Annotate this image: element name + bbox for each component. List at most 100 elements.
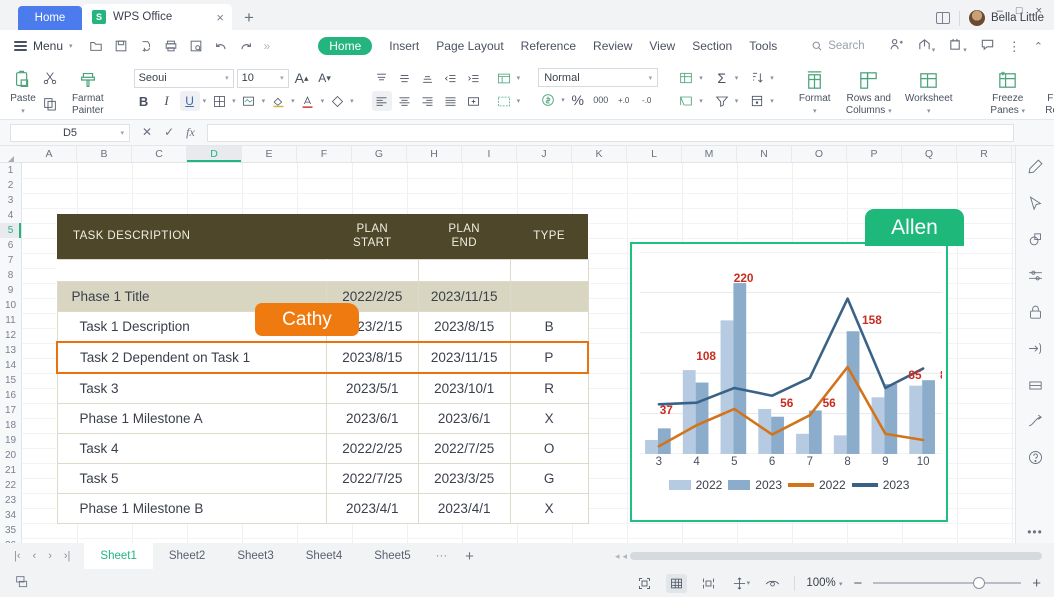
zoom-out-button[interactable]: − [853, 575, 862, 592]
zoom-slider-handle[interactable] [973, 577, 985, 589]
align-right-icon[interactable] [418, 91, 438, 111]
table-row[interactable]: Task 42022/2/252022/7/25O [57, 433, 588, 463]
cell-desc[interactable]: Task 2 Dependent on Task 1 [57, 342, 326, 373]
table-row[interactable]: Task 52022/7/252023/3/25G [57, 463, 588, 493]
chevron-down-icon[interactable]: ▾ [203, 97, 207, 105]
row-header-10[interactable]: 10 [0, 298, 21, 313]
cell-desc[interactable] [57, 259, 326, 281]
sheet-tab-sheet3[interactable]: Sheet3 [221, 543, 289, 569]
export-arrow-icon[interactable] [1024, 338, 1046, 359]
page-break-icon[interactable] [698, 574, 719, 593]
chevron-down-icon[interactable]: ▾ [262, 97, 266, 105]
column-header-H[interactable]: H [407, 146, 462, 162]
scroll-left2-icon[interactable]: ◂ [622, 551, 627, 562]
chevron-down-icon[interactable]: ▾ [350, 97, 354, 105]
column-header-G[interactable]: G [352, 146, 407, 162]
chevron-down-icon[interactable]: ▾ [225, 74, 229, 82]
insert-function-button[interactable]: fx [186, 125, 195, 140]
normal-view-icon[interactable] [666, 574, 687, 593]
search-input[interactable]: Search [811, 40, 864, 52]
zoom-in-button[interactable]: + [1032, 575, 1041, 592]
row-header-22[interactable]: 22 [0, 478, 21, 493]
cell-start[interactable] [326, 259, 418, 281]
cell-desc[interactable]: Task 4 [57, 433, 326, 463]
cell-end[interactable]: 2023/10/1 [418, 373, 510, 404]
zoom-level[interactable]: 100% ▾ [806, 577, 842, 589]
cell-type[interactable]: R [510, 373, 588, 404]
currency-format-icon[interactable] [538, 90, 558, 110]
cell-shading-icon[interactable] [239, 91, 259, 111]
tab-insert[interactable]: Insert [389, 39, 419, 53]
column-header-Q[interactable]: Q [902, 146, 957, 162]
cell-start[interactable]: 2022/2/25 [326, 433, 418, 463]
align-middle-icon[interactable] [395, 68, 415, 88]
sheet-tab-sheet5[interactable]: Sheet5 [358, 543, 426, 569]
row-header-7[interactable]: 7 [0, 253, 21, 268]
save-icon[interactable] [114, 39, 128, 53]
cell-start[interactable]: 2023/6/1 [326, 403, 418, 433]
row-header-4[interactable]: 4 [0, 208, 21, 223]
export-pdf-icon[interactable] [189, 39, 203, 53]
cell-start[interactable]: 2023/4/1 [326, 493, 418, 523]
autofit-icon[interactable] [494, 91, 514, 111]
paste-button[interactable]: Paste ▾ [6, 65, 40, 118]
cell-start[interactable]: 2023/8/15 [326, 342, 418, 373]
zoom-slider[interactable] [873, 582, 1021, 584]
grid-cells[interactable]: TASK DESCRIPTION PLANSTART PLANEND TYPE … [22, 163, 1015, 543]
chevron-down-icon[interactable]: ▾ [280, 74, 284, 82]
print-preview-icon[interactable] [139, 39, 153, 53]
row-header-16[interactable]: 16 [0, 388, 21, 403]
rows-and-columns-button[interactable]: Rows and Columns ▾ [838, 65, 900, 118]
tab-reference[interactable]: Reference [521, 39, 576, 53]
column-header-N[interactable]: N [737, 146, 792, 162]
tab-section[interactable]: Section [692, 39, 732, 53]
reading-layout-icon[interactable]: ▾ [730, 574, 751, 593]
row-header-3[interactable]: 3 [0, 193, 21, 208]
confirm-formula-button[interactable]: ✓ [164, 125, 174, 140]
chevron-down-icon[interactable]: ▾ [649, 74, 653, 82]
table-row[interactable]: Task 32023/5/12023/10/1R [57, 373, 588, 404]
sheet-tab-sheet2[interactable]: Sheet2 [153, 543, 221, 569]
percent-format-button[interactable]: % [568, 90, 588, 110]
column-header-B[interactable]: B [77, 146, 132, 162]
chevron-down-icon[interactable]: ▾ [699, 74, 703, 82]
cell-desc[interactable]: Phase 1 Milestone B [57, 493, 326, 523]
menu-button[interactable]: Menu ▾ [14, 38, 73, 53]
print-icon[interactable] [164, 39, 178, 53]
column-header-D[interactable]: D [187, 146, 242, 162]
grow-font-button[interactable]: A▴ [292, 68, 312, 88]
scroll-left-icon[interactable]: ◂ [615, 551, 620, 562]
chevron-down-icon[interactable]: ▾ [561, 96, 565, 104]
table-style-icon[interactable] [676, 91, 696, 111]
increase-decimal-button[interactable]: +.0 [614, 90, 634, 110]
lock-icon[interactable] [1024, 302, 1046, 323]
eye-icon[interactable] [762, 574, 783, 593]
cursor-icon[interactable] [1024, 192, 1046, 213]
row-header-34[interactable]: 34 [0, 508, 21, 523]
freeze-panes-button[interactable]: Freeze Panes ▾ [976, 65, 1040, 118]
align-bottom-icon[interactable] [418, 68, 438, 88]
chevron-down-icon[interactable]: ▾ [291, 97, 295, 105]
table-row[interactable]: Phase 1 Milestone B2023/4/12023/4/1X [57, 493, 588, 523]
font-color-icon[interactable] [298, 91, 318, 111]
curve-icon[interactable] [1024, 411, 1046, 432]
cell-end[interactable]: 2023/11/15 [418, 281, 510, 311]
format-button[interactable]: Format ▾ [792, 65, 838, 118]
sheet-tab-sheet4[interactable]: Sheet4 [290, 543, 358, 569]
cancel-formula-button[interactable]: ✕ [142, 125, 152, 140]
align-center-icon[interactable] [395, 91, 415, 111]
minimize-button[interactable]: – [997, 5, 1003, 17]
borders-icon[interactable] [209, 91, 229, 111]
tab-view[interactable]: View [649, 39, 675, 53]
cell-end[interactable] [418, 259, 510, 281]
cell-start[interactable]: 2022/7/25 [326, 463, 418, 493]
page-setup-icon[interactable] [14, 574, 30, 593]
column-header-A[interactable]: A [22, 146, 77, 162]
cell-type[interactable]: X [510, 403, 588, 433]
cell-type[interactable]: O [510, 433, 588, 463]
more-icon[interactable]: » [264, 39, 271, 53]
tab-page-layout[interactable]: Page Layout [436, 39, 503, 53]
cell-end[interactable]: 2023/3/25 [418, 463, 510, 493]
row-header-1[interactable]: 1 [0, 163, 21, 178]
cell-type[interactable] [510, 281, 588, 311]
